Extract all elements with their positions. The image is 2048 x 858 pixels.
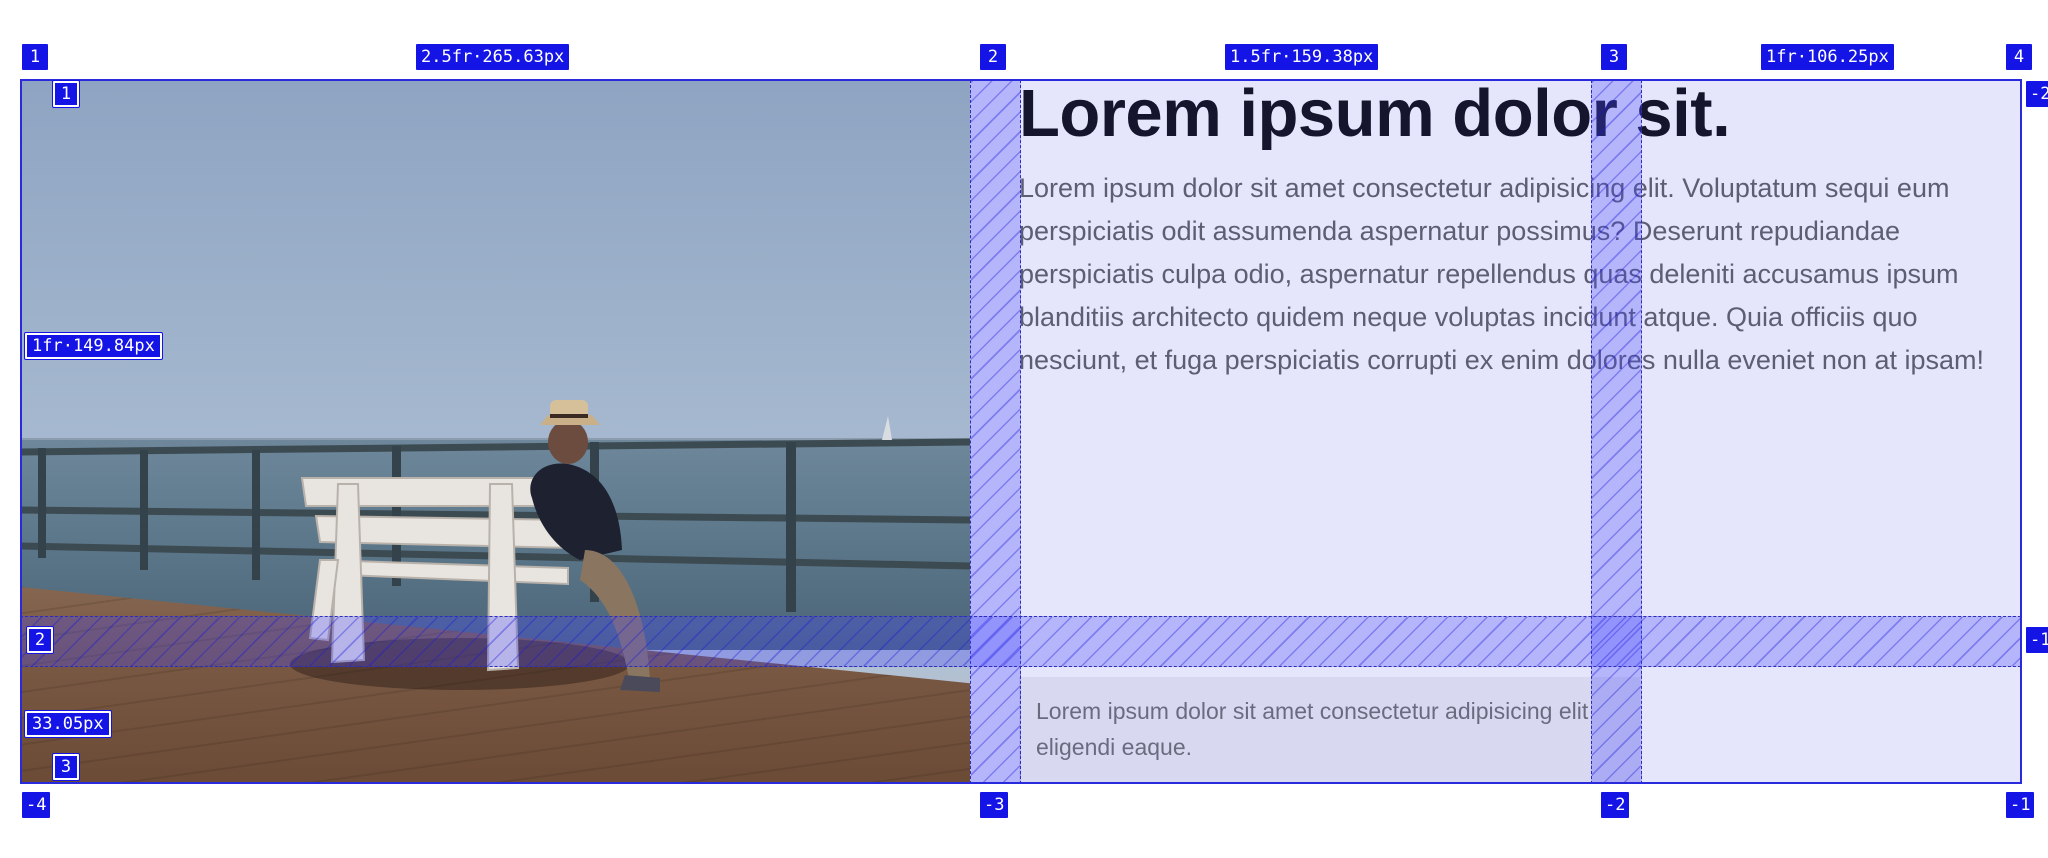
caption-text: Lorem ipsum dolor sit amet consectetur a… [1036, 698, 1589, 760]
column-line-number-2: 2 [980, 44, 1006, 70]
body-paragraph: Lorem ipsum dolor sit amet consectetur a… [1019, 173, 1985, 375]
column-line-number-4: 4 [2006, 44, 2032, 70]
devtools-grid-inspector-view: Lorem ipsum dolor sit. Lorem ipsum dolor… [0, 0, 2048, 858]
row-line-negative-1: -1 [2026, 627, 2048, 653]
grid-container: Lorem ipsum dolor sit. Lorem ipsum dolor… [20, 80, 2021, 784]
column-size-label-3: 1fr·106.25px [1761, 44, 1894, 70]
page-heading: Lorem ipsum dolor sit. [1019, 80, 1731, 151]
column-size-label-2: 1.5fr·159.38px [1225, 44, 1379, 70]
column-line-negative-2: -2 [1601, 792, 1630, 818]
row-line-negative-2: -2 [2026, 81, 2048, 107]
column-line-negative-1: -1 [2006, 792, 2035, 818]
column-size-label-1: 2.5fr·265.63px [416, 44, 570, 70]
column-line-negative-4: -4 [22, 792, 51, 818]
pier-bench-photo [20, 80, 970, 784]
column-line-negative-3: -3 [980, 792, 1009, 818]
pier-scene-illustration [20, 400, 970, 692]
column-line-number-3: 3 [1601, 44, 1627, 70]
column-line-number-1: 1 [22, 44, 48, 70]
caption-box: Lorem ipsum dolor sit amet consectetur a… [1019, 677, 1640, 784]
